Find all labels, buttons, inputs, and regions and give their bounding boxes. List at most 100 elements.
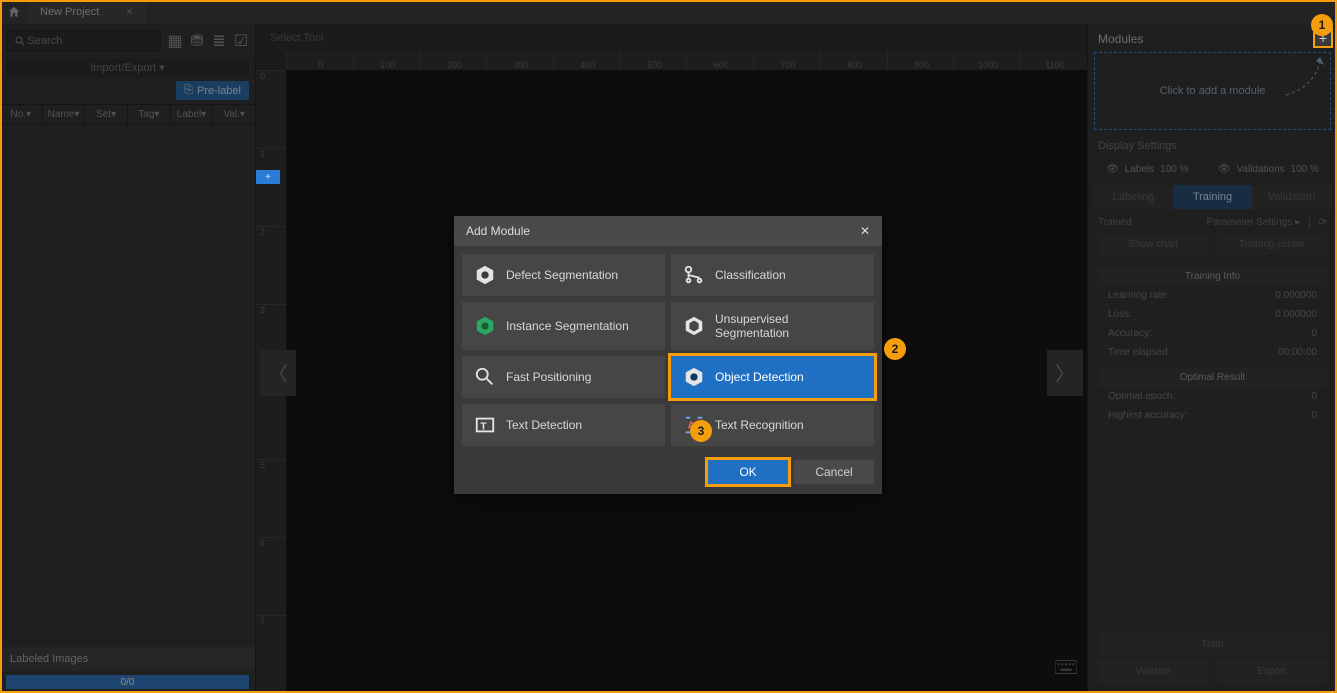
tab-close-icon[interactable]: ✕ (125, 7, 133, 18)
stamp-tool-icon[interactable]: ▣ (256, 136, 282, 160)
image-grid-icon[interactable]: ▦ (167, 33, 183, 49)
callout-3: 3 (690, 420, 712, 442)
ok-button[interactable]: OK (708, 460, 788, 484)
option-fast-positioning[interactable]: Fast Positioning (462, 356, 665, 398)
col-name[interactable]: Name▾ (43, 105, 86, 124)
brush-tool-icon[interactable]: ✎ (256, 108, 282, 132)
home-button[interactable] (0, 0, 28, 24)
progress-text: 0/0 (6, 675, 249, 689)
prelabel-button[interactable]: ⎘ Pre-label (176, 81, 249, 100)
display-settings-title: Display Settings (1088, 130, 1337, 158)
modules-title: Modules (1098, 32, 1143, 46)
cancel-button[interactable]: Cancel (794, 460, 874, 484)
trained-row: Trained Parameter Settings ▸ | ⟳ (1088, 209, 1337, 234)
training-info-card: Training Info Learning rate:0.000000 Los… (1098, 267, 1327, 362)
chart-buttons: Show chart Training center (1088, 234, 1337, 261)
mode-tabs: Labeling Training Validation (1088, 185, 1337, 209)
export-button[interactable]: Export (1217, 660, 1328, 683)
optimal-result-card: Optimal Result Optimal epoch:0 Highest a… (1098, 368, 1327, 425)
chevron-left-icon: 〈 (268, 358, 288, 387)
callout-2: 2 (884, 338, 906, 360)
branch-icon (683, 264, 705, 286)
plus-icon: + (265, 172, 271, 183)
option-instance-segmentation[interactable]: Instance Segmentation (462, 302, 665, 350)
labels-visibility[interactable]: 👁 Labels 100 % (1106, 164, 1189, 175)
option-classification[interactable]: Classification (671, 254, 874, 296)
option-label: Object Detection (715, 370, 804, 384)
validate-button[interactable]: Validate (1098, 660, 1209, 683)
display-row: 👁 Labels 100 % 👁 Validations 100 % (1088, 158, 1337, 185)
divider: | (1308, 217, 1311, 228)
tab-validation[interactable]: Validation (1252, 185, 1331, 209)
project-tab-title: New Project (40, 6, 99, 18)
option-text-detection[interactable]: T Text Detection (462, 404, 665, 446)
left-footer: Labeled Images 0/0 (0, 647, 255, 693)
list-icon[interactable]: ≣ (211, 33, 227, 49)
checklist-icon[interactable]: ☑ (233, 33, 249, 49)
option-label: Fast Positioning (506, 370, 591, 384)
next-image-button[interactable]: 〉 (1047, 350, 1083, 396)
eye-icon: 👁 (1106, 164, 1119, 175)
text-box-icon: T (474, 414, 496, 436)
project-tab[interactable]: New Project ✕ (28, 0, 146, 24)
parameter-settings-link[interactable]: Parameter Settings ▸ (1207, 217, 1300, 228)
hexagon-outline-icon (683, 315, 705, 337)
tab-training[interactable]: Training (1173, 185, 1252, 209)
hexagon-white-icon (474, 264, 496, 286)
col-tag[interactable]: Tag▾ (128, 105, 171, 124)
train-button[interactable]: Train (1098, 633, 1327, 656)
keyboard-icon[interactable] (1055, 660, 1077, 679)
add-module-hint: Click to add a module (1160, 85, 1266, 97)
add-module-dropzone[interactable]: Click to add a module (1094, 52, 1331, 130)
prelabel-icon: ⎘ (184, 84, 193, 97)
col-set[interactable]: Set▾ (85, 105, 128, 124)
training-info-title: Training Info (1098, 267, 1327, 286)
show-chart-button[interactable]: Show chart (1098, 234, 1209, 255)
col-no[interactable]: No.▾ (0, 105, 43, 124)
prelabel-row: ⎘ Pre-label (0, 81, 255, 104)
option-label: Classification (715, 268, 786, 282)
refresh-icon[interactable]: ⟳ (1319, 217, 1327, 228)
col-label[interactable]: Label▾ (171, 105, 214, 124)
prelabel-label: Pre-label (197, 85, 241, 97)
tab-labeling[interactable]: Labeling (1094, 185, 1173, 209)
eye-icon: 👁 (1218, 164, 1231, 175)
magnifier-icon (474, 366, 496, 388)
col-val[interactable]: Val.▾ (213, 105, 255, 124)
option-label: Text Detection (506, 418, 582, 432)
dialog-close-icon[interactable]: ✕ (860, 224, 870, 238)
search-icon (13, 33, 27, 49)
labeled-progress: 0/0 (6, 675, 249, 689)
filter-icon[interactable]: ⛃ (189, 33, 205, 49)
option-defect-segmentation[interactable]: Defect Segmentation (462, 254, 665, 296)
modules-header: Modules (1088, 24, 1337, 52)
option-label: Defect Segmentation (506, 268, 618, 282)
chevron-right-icon: 〉 (1055, 358, 1075, 387)
option-unsupervised-segmentation[interactable]: Unsupervised Segmentation (671, 302, 874, 350)
hexagon-blue-icon (683, 366, 705, 388)
hexagon-green-icon (474, 315, 496, 337)
labeled-images-header: Labeled Images (0, 647, 255, 671)
validations-visibility[interactable]: 👁 Validations 100 % (1218, 164, 1319, 175)
option-label: Unsupervised Segmentation (715, 312, 862, 340)
dialog-actions: OK Cancel (454, 454, 882, 494)
add-module-dialog: Add Module ✕ Defect Segmentation Classif… (454, 216, 882, 494)
cursor-tool-icon[interactable]: ↖ (256, 80, 282, 104)
search-input[interactable] (27, 35, 154, 47)
right-panel: Modules Click to add a module Display Se… (1087, 24, 1337, 693)
option-object-detection[interactable]: Object Detection (671, 356, 874, 398)
training-center-button[interactable]: Training center (1217, 234, 1328, 255)
curved-arrow-icon (1284, 57, 1324, 97)
option-label: Text Recognition (715, 418, 804, 432)
import-export-dropdown[interactable]: Import/Export ▾ (6, 58, 249, 77)
image-list-header: No.▾ Name▾ Set▾ Tag▾ Label▾ Val.▾ (0, 104, 255, 125)
prev-image-button[interactable]: 〈 (260, 350, 296, 396)
left-panel: ▦ ⛃ ≣ ☑ Import/Export ▾ ⎘ Pre-label No.▾… (0, 24, 256, 693)
dialog-body: Defect Segmentation Classification Insta… (454, 246, 882, 454)
left-toolbar: ▦ ⛃ ≣ ☑ (0, 24, 255, 58)
search-input-wrap[interactable] (6, 30, 161, 52)
optimal-result-title: Optimal Result (1098, 368, 1327, 387)
option-label: Instance Segmentation (506, 319, 629, 333)
panel-drag-handle[interactable]: + (256, 170, 280, 184)
svg-text:T: T (480, 422, 487, 433)
